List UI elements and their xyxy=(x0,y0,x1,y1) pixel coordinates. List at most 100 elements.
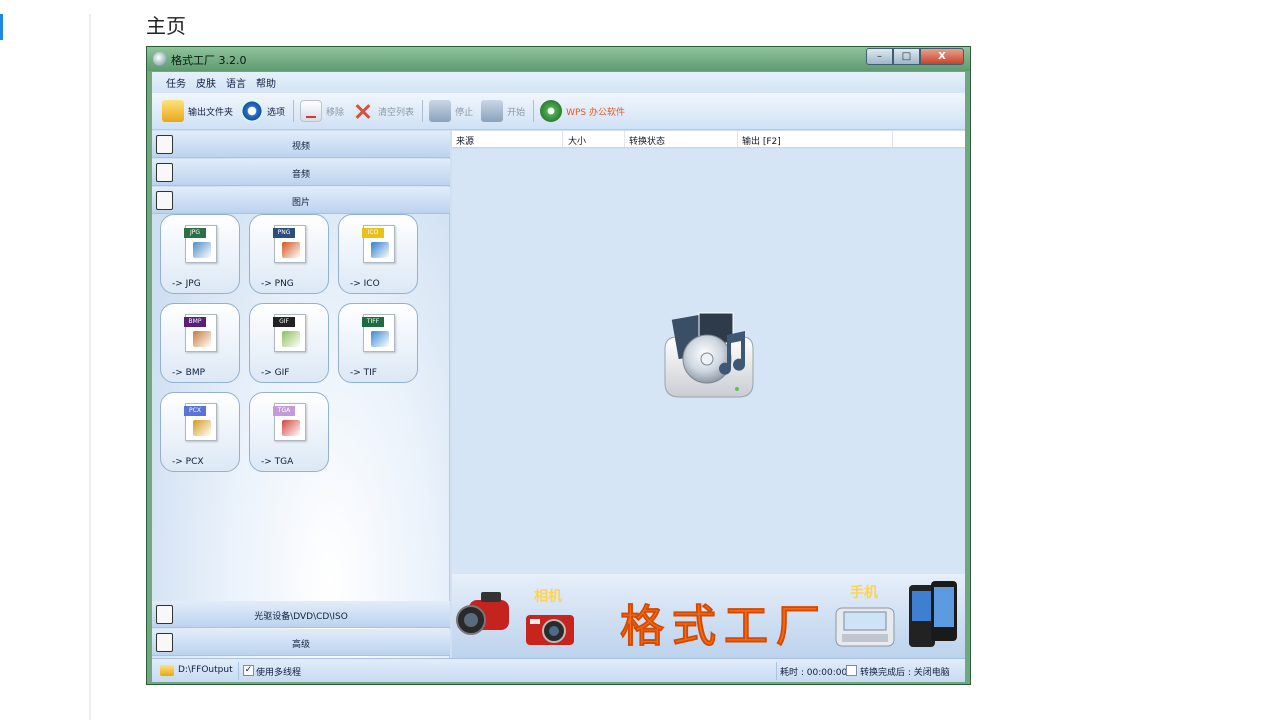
format-tile-label: -> PNG xyxy=(261,279,294,289)
format-tile-gif[interactable]: GIF -> GIF xyxy=(249,303,329,383)
host-page: 主页 格式工厂 3.2.0 – □ X 任务 皮肤 语言 帮助 输出文件夹 选项… xyxy=(0,0,1280,720)
format-tile-label: -> TIF xyxy=(350,368,377,378)
menu-item-language[interactable]: 语言 xyxy=(226,75,246,90)
file-type-tag: TIFF xyxy=(362,317,384,327)
elapsed-time: 耗时 : 00:00:00 xyxy=(780,668,848,678)
output-path[interactable]: D:\FFOutput xyxy=(178,665,233,675)
category-panel: 视频 音频 图片 JPG -> JPG PNG -> PNG ICO -> ICO BMP -… xyxy=(152,131,450,658)
format-tile-jpg[interactable]: JPG -> JPG xyxy=(160,214,240,294)
format-tile-png[interactable]: PNG -> PNG xyxy=(249,214,329,294)
jpg-file-icon: JPG xyxy=(184,225,217,263)
format-tile-label: -> PCX xyxy=(172,457,204,467)
column-divider xyxy=(562,131,563,147)
remove-document-icon xyxy=(300,100,323,122)
stop-label: 停止 xyxy=(455,107,474,118)
menu-item-skin[interactable]: 皮肤 xyxy=(196,75,216,90)
status-bar: D:\FFOutput ✓ 使用多线程 耗时 : 00:00:00 转换完成后 … xyxy=(152,658,965,682)
column-source[interactable]: 来源 xyxy=(456,134,474,147)
phone-tag: 手机 xyxy=(850,585,878,601)
page-title: 主页 xyxy=(146,14,186,38)
output-folder-button[interactable]: 输出文件夹 xyxy=(162,100,233,122)
clear-list-button[interactable]: 清空列表 xyxy=(352,100,414,122)
nav-divider xyxy=(89,14,91,720)
format-tile-label: -> JPG xyxy=(172,279,201,289)
bmp-file-icon: BMP xyxy=(184,314,217,352)
toolbar-separator xyxy=(533,100,535,122)
column-divider xyxy=(624,131,625,147)
category-audio-label: 音频 xyxy=(291,170,310,180)
format-tile-tiff[interactable]: TIFF -> TIF xyxy=(338,303,418,383)
options-label: 选项 xyxy=(267,107,286,118)
column-output[interactable]: 输出 [F2] xyxy=(742,134,781,147)
output-folder-icon xyxy=(160,665,174,676)
maximize-button[interactable]: □ xyxy=(893,48,920,65)
category-video[interactable]: 视频 xyxy=(152,131,450,158)
column-divider xyxy=(737,131,738,147)
remove-label: 移除 xyxy=(326,107,345,118)
ico-file-icon: ICO xyxy=(362,225,395,263)
format-tile-pcx[interactable]: PCX -> PCX xyxy=(160,392,240,472)
file-type-tag: BMP xyxy=(184,317,206,327)
file-type-tag: JPG xyxy=(184,228,206,238)
task-list-area[interactable] xyxy=(452,149,965,574)
stop-button[interactable]: 停止 xyxy=(429,100,473,122)
column-status[interactable]: 转换状态 xyxy=(629,134,665,147)
close-button[interactable]: X xyxy=(920,48,964,65)
format-tile-label: -> ICO xyxy=(350,279,380,289)
menu-item-help[interactable]: 帮助 xyxy=(256,75,276,90)
wps-label: WPS 办公软件 xyxy=(566,107,625,118)
minimize-button[interactable]: – xyxy=(866,48,893,65)
tga-file-icon: TGA xyxy=(273,403,306,441)
options-button[interactable]: 选项 xyxy=(241,100,285,122)
format-factory-logo-icon xyxy=(664,312,754,398)
smartphone-icon xyxy=(909,581,957,647)
tiff-file-icon: TIFF xyxy=(362,314,395,352)
wps-office-button[interactable]: WPS 办公软件 xyxy=(540,100,625,122)
category-optical-label: 光驱设备\DVD\CD\ISO xyxy=(254,612,348,622)
category-advanced[interactable]: 高级 xyxy=(152,629,450,656)
status-divider xyxy=(776,662,777,680)
file-type-tag: TGA xyxy=(273,406,295,416)
output-folder-label: 输出文件夹 xyxy=(188,107,234,118)
banner-title: 格式工厂 xyxy=(620,601,828,653)
category-optical-drive[interactable]: 光驱设备\DVD\CD\ISO xyxy=(152,601,450,628)
window-controls: – □ X xyxy=(866,48,964,65)
multithread-checkbox[interactable]: ✓ xyxy=(243,665,254,676)
start-label: 开始 xyxy=(507,107,526,118)
window-titlebar[interactable]: 格式工厂 3.2.0 – □ X xyxy=(147,47,970,71)
format-factory-window: 格式工厂 3.2.0 – □ X 任务 皮肤 语言 帮助 输出文件夹 选项 移除… xyxy=(146,46,971,685)
multithread-label: 使用多线程 xyxy=(256,668,302,678)
app-icon xyxy=(153,52,167,66)
format-tile-ico[interactable]: ICO -> ICO xyxy=(338,214,418,294)
remove-button[interactable]: 移除 xyxy=(300,100,344,122)
png-file-icon: PNG xyxy=(273,225,306,263)
category-advanced-label: 高级 xyxy=(291,640,310,650)
column-size[interactable]: 大小 xyxy=(568,134,586,147)
format-tile-label: -> BMP xyxy=(172,368,206,378)
nav-accent-bar xyxy=(0,14,3,40)
category-audio[interactable]: 音频 xyxy=(152,159,450,186)
toolbar: 输出文件夹 选项 移除 清空列表 停止 开始 WPS 办公软件 xyxy=(152,93,965,130)
clear-x-icon xyxy=(352,100,374,122)
menu-item-tasks[interactable]: 任务 xyxy=(166,75,186,90)
start-button[interactable]: 开始 xyxy=(481,100,525,122)
status-divider xyxy=(238,662,239,680)
file-thumbnail xyxy=(282,331,300,347)
window-title: 格式工厂 3.2.0 xyxy=(171,54,247,67)
after-conversion-label: 转换完成后 : 关闭电脑 xyxy=(860,668,950,678)
format-tile-bmp[interactable]: BMP -> BMP xyxy=(160,303,240,383)
format-tile-tga[interactable]: TGA -> TGA xyxy=(249,392,329,472)
gif-file-icon: GIF xyxy=(273,314,306,352)
category-image-label: 图片 xyxy=(291,198,310,208)
window-client-area: 任务 皮肤 语言 帮助 输出文件夹 选项 移除 清空列表 停止 开始 WPS 办… xyxy=(152,72,965,682)
folder-icon xyxy=(162,100,184,122)
category-image[interactable]: 图片 xyxy=(152,187,450,214)
clear-list-label: 清空列表 xyxy=(378,107,415,118)
task-list-header: 来源 大小 转换状态 输出 [F2] xyxy=(452,131,965,148)
pda-device-icon xyxy=(835,607,895,647)
file-thumbnail xyxy=(193,331,211,347)
file-thumbnail xyxy=(193,242,211,258)
camera-tag: 相机 xyxy=(534,589,562,605)
file-type-tag: PCX xyxy=(184,406,206,416)
after-conversion-checkbox[interactable] xyxy=(846,665,857,676)
